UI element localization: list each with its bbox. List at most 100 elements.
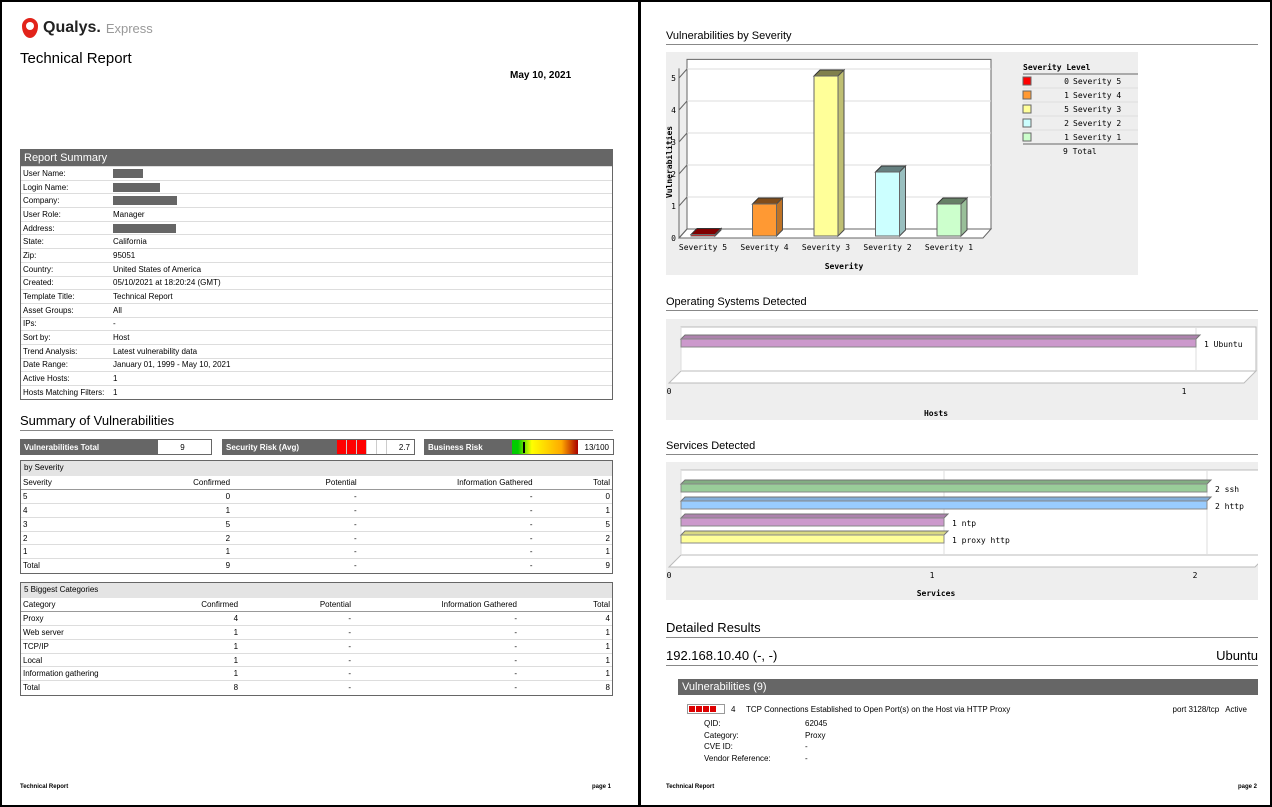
severity-segment xyxy=(710,706,716,712)
legend-value: 0 xyxy=(1064,77,1069,86)
table-row: Information gathering 1- -1 xyxy=(21,666,612,681)
legend-value: 1 xyxy=(1064,91,1069,100)
bar-label: 1 ntp xyxy=(952,519,976,528)
table-cell: Web server xyxy=(21,625,168,640)
table-cell: 1 xyxy=(519,666,612,681)
table-cell: 2 xyxy=(147,530,233,545)
summary-row: Date Range: January 01, 1999 - May 10, 20… xyxy=(21,357,612,372)
table-cell: 2 xyxy=(534,530,612,545)
y-tick-label: 4 xyxy=(671,106,676,115)
bar-severity-3[interactable] xyxy=(812,68,846,238)
table-cell: 9 xyxy=(534,558,612,573)
bar-label: 2 ssh xyxy=(1215,485,1239,494)
legend-item: 0 Severity 5 xyxy=(1022,76,1138,89)
table-row: TCP/IP 1- -1 xyxy=(21,638,612,654)
table-cell: 8 xyxy=(167,680,241,695)
legend-item: 1 Severity 1 xyxy=(1022,132,1138,145)
bar-front xyxy=(875,171,900,237)
table-header-row: Category Confirmed Potential Information Ga… xyxy=(21,598,612,613)
bar-top xyxy=(679,530,950,536)
table-cell: - xyxy=(352,611,519,626)
summary-row: Sort by: Host xyxy=(21,330,612,344)
risk-segment xyxy=(377,440,387,454)
vuln-detail-row: QID: 62045 xyxy=(704,718,1004,730)
vuln-title[interactable]: TCP Connections Established to Open Port… xyxy=(746,705,1173,714)
table-cell: 4 xyxy=(519,611,612,626)
logo-brand: Qualys. xyxy=(43,19,101,36)
bar-severity-5[interactable] xyxy=(689,227,723,238)
table-cell: - xyxy=(240,680,353,695)
table-cell: 1 xyxy=(167,666,241,681)
summary-row: Address: xyxy=(21,220,612,235)
bar-Ubuntu[interactable]: 1 Ubuntu xyxy=(679,334,1243,349)
summary-key: Zip: xyxy=(23,250,37,260)
bar-ssh[interactable]: 2 ssh xyxy=(679,479,1239,494)
footer-page: page 2 xyxy=(1238,784,1258,790)
table-cell: 5 xyxy=(21,489,148,504)
detail-key: Category: xyxy=(704,730,739,740)
axis-tick xyxy=(678,196,688,207)
bar-severity-1[interactable] xyxy=(935,196,969,238)
detail-value: - xyxy=(805,742,808,752)
summary-key: Date Range: xyxy=(23,360,68,370)
summary-key: Sort by: xyxy=(23,333,51,343)
severity-segment xyxy=(689,706,695,712)
summary-value: January 01, 1999 - May 10, 2021 xyxy=(113,360,231,370)
plot-floor xyxy=(667,370,1258,384)
legend-total: 9 Total xyxy=(1063,147,1097,156)
summary-value: Manager xyxy=(113,209,145,219)
vuln-status: Active xyxy=(1225,704,1247,714)
table-cell: 0 xyxy=(534,489,612,504)
bar-front xyxy=(680,338,1197,348)
table-row: 50--0 xyxy=(21,489,612,504)
bar-http[interactable]: 2 http xyxy=(679,496,1244,511)
table-cell: - xyxy=(352,680,519,695)
detail-key: Vendor Reference: xyxy=(704,753,771,763)
legend-value: 2 xyxy=(1064,119,1069,128)
report-page-2: Vulnerabilities by Severity 0 1 2 3 4 5 Severi… xyxy=(641,2,1270,805)
bar-ntp[interactable]: 1 ntp xyxy=(679,513,976,528)
legend-label: Severity 1 xyxy=(1073,133,1121,142)
x-axis-label: Hosts xyxy=(924,409,948,418)
summary-row: Login Name: xyxy=(21,179,612,194)
detail-key: CVE ID: xyxy=(704,742,733,752)
host-header: 192.168.10.40 (-, -) Ubuntu xyxy=(666,648,1258,666)
severity-segment xyxy=(717,706,723,712)
table-cell: 1 xyxy=(21,544,148,559)
legend-item: 5 Severity 3 xyxy=(1022,104,1138,117)
table-cell: - xyxy=(352,652,519,667)
summary-key: Company: xyxy=(23,196,60,206)
detail-value: Proxy xyxy=(805,730,826,740)
business-risk-stat: Business Risk 13/100 xyxy=(424,439,614,455)
summary-row: Asset Groups: All xyxy=(21,302,612,317)
table-cell: 4 xyxy=(167,611,241,626)
legend-title: Severity Level xyxy=(1023,62,1091,72)
table-cell: Total xyxy=(21,680,168,695)
x-axis-label: Severity xyxy=(825,261,864,271)
bar-severity-2[interactable] xyxy=(874,164,907,238)
legend-label: Severity 3 xyxy=(1073,105,1121,114)
x-tick-label: Severity 1 xyxy=(925,243,973,252)
summary-row: Country: United States of America xyxy=(21,261,612,276)
legend-value: 1 xyxy=(1064,133,1069,142)
table-cell: 4 xyxy=(21,503,148,518)
bar-severity-4[interactable] xyxy=(751,196,784,238)
summary-row: Company: xyxy=(21,193,612,207)
summary-value: 1 xyxy=(113,374,118,384)
report-title: Technical Report xyxy=(20,50,132,67)
footer-title: Technical Report xyxy=(666,784,715,790)
summary-key: Trend Analysis: xyxy=(23,346,78,356)
column-header: Total xyxy=(534,476,612,491)
bar-front xyxy=(690,234,716,237)
host-ip[interactable]: 192.168.10.40 (-, -) xyxy=(666,648,777,663)
plot-floor xyxy=(667,554,1269,568)
legend-swatch xyxy=(1022,76,1032,86)
bar-front xyxy=(680,517,945,527)
report-summary-header: Report Summary xyxy=(21,150,612,166)
vulnerability-row[interactable]: 4 TCP Connections Established to Open Po… xyxy=(687,704,1247,714)
table-cell: 1 xyxy=(519,638,612,654)
legend-swatch xyxy=(1022,132,1032,142)
table-cell: - xyxy=(240,611,353,626)
footer-title: Technical Report xyxy=(20,784,69,790)
x-tick-label: Severity 4 xyxy=(740,243,788,252)
